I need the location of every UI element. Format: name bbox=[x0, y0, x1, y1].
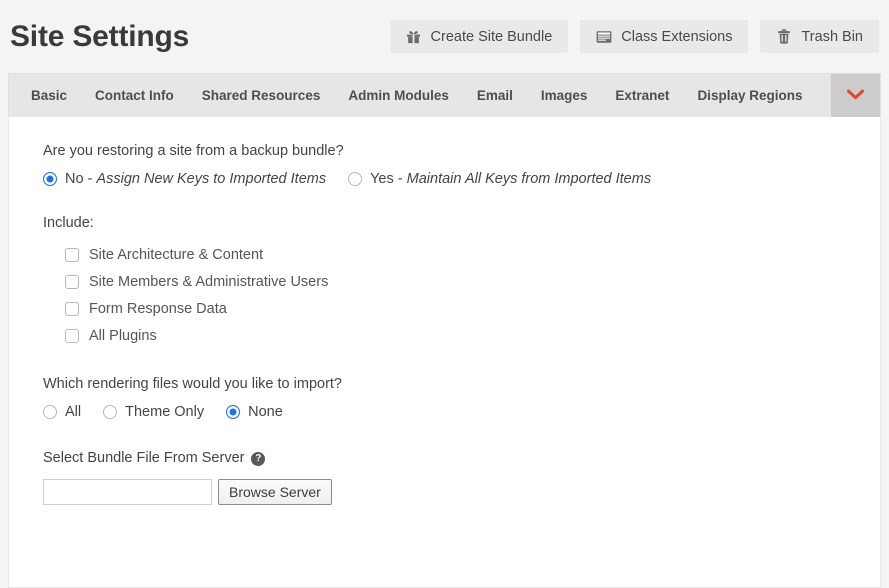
rendering-question-label: Which rendering files would you like to … bbox=[43, 376, 342, 392]
tab-email[interactable]: Email bbox=[463, 75, 527, 117]
browse-server-button[interactable]: Browse Server bbox=[218, 479, 332, 505]
checkbox-row-site-architecture[interactable]: Site Architecture & Content bbox=[65, 247, 852, 263]
tab-contact-info[interactable]: Contact Info bbox=[81, 75, 188, 117]
rendering-option-all[interactable]: All bbox=[43, 404, 81, 420]
header-actions: Create Site Bundle Class Extensions Tras… bbox=[389, 20, 881, 53]
bundle-file-row: Browse Server bbox=[43, 479, 852, 505]
checkbox-site-members[interactable] bbox=[65, 275, 79, 289]
checkbox-row-all-plugins[interactable]: All Plugins bbox=[65, 328, 852, 344]
checkbox-form-response-data[interactable] bbox=[65, 302, 79, 316]
rendering-option-theme-only-label: Theme Only bbox=[125, 404, 205, 420]
checkbox-all-plugins[interactable] bbox=[65, 329, 79, 343]
radio-no[interactable] bbox=[43, 172, 57, 186]
checkbox-site-architecture[interactable] bbox=[65, 248, 79, 262]
checkbox-row-site-members[interactable]: Site Members & Administrative Users bbox=[65, 274, 852, 290]
tab-display-regions[interactable]: Display Regions bbox=[683, 75, 816, 117]
radio-all[interactable] bbox=[43, 405, 57, 419]
tab-bar: Basic Contact Info Shared Resources Admi… bbox=[8, 73, 881, 117]
checkbox-row-form-response-data[interactable]: Form Response Data bbox=[65, 301, 852, 317]
class-extensions-label: Class Extensions bbox=[621, 28, 733, 45]
window-icon bbox=[596, 29, 612, 45]
checkbox-site-architecture-label: Site Architecture & Content bbox=[89, 247, 264, 263]
rendering-radio-group: All Theme Only None bbox=[43, 404, 852, 420]
include-label: Include: bbox=[43, 215, 94, 231]
create-site-bundle-button[interactable]: Create Site Bundle bbox=[389, 20, 569, 53]
checkbox-site-members-label: Site Members & Administrative Users bbox=[89, 274, 329, 290]
create-site-bundle-label: Create Site Bundle bbox=[430, 28, 553, 45]
rendering-option-none-label: None bbox=[248, 404, 283, 420]
bundle-file-label: Select Bundle File From Server bbox=[43, 450, 245, 466]
restore-option-no[interactable]: No - Assign New Keys to Imported Items bbox=[43, 171, 326, 187]
settings-panel: Are you restoring a site from a backup b… bbox=[8, 117, 881, 588]
include-checkbox-group: Site Architecture & Content Site Members… bbox=[65, 247, 852, 344]
trash-icon bbox=[776, 29, 792, 45]
help-icon[interactable]: ? bbox=[251, 452, 266, 466]
restore-question-label: Are you restoring a site from a backup b… bbox=[43, 143, 344, 159]
restore-option-yes-label: Yes - Maintain All Keys from Imported It… bbox=[370, 171, 652, 187]
tab-shared-resources[interactable]: Shared Resources bbox=[188, 75, 335, 117]
restore-radio-group: No - Assign New Keys to Imported Items Y… bbox=[43, 171, 852, 187]
bundle-file-label-row: Select Bundle File From Server ? bbox=[43, 450, 852, 466]
bundle-file-input[interactable] bbox=[43, 479, 212, 505]
class-extensions-button[interactable]: Class Extensions bbox=[580, 20, 749, 53]
restore-option-yes[interactable]: Yes - Maintain All Keys from Imported It… bbox=[348, 171, 651, 187]
tab-images[interactable]: Images bbox=[527, 75, 602, 117]
trash-bin-label: Trash Bin bbox=[801, 28, 863, 45]
tab-list: Basic Contact Info Shared Resources Admi… bbox=[9, 74, 831, 117]
chevron-down-icon bbox=[847, 87, 864, 105]
checkbox-form-response-data-label: Form Response Data bbox=[89, 301, 227, 317]
tab-extranet[interactable]: Extranet bbox=[601, 75, 683, 117]
radio-yes[interactable] bbox=[348, 172, 363, 186]
rendering-option-none[interactable]: None bbox=[226, 404, 283, 420]
page-header: Site Settings Create Site Bundle Class E… bbox=[0, 0, 889, 73]
trash-bin-button[interactable]: Trash Bin bbox=[760, 20, 879, 53]
rendering-option-theme-only[interactable]: Theme Only bbox=[103, 404, 204, 420]
tab-overflow-button[interactable] bbox=[831, 74, 880, 117]
page-title: Site Settings bbox=[10, 19, 190, 53]
radio-theme-only[interactable] bbox=[103, 405, 118, 419]
restore-option-no-label: No - Assign New Keys to Imported Items bbox=[65, 171, 327, 187]
tab-admin-modules[interactable]: Admin Modules bbox=[334, 75, 463, 117]
checkbox-all-plugins-label: All Plugins bbox=[89, 328, 157, 344]
gift-icon bbox=[406, 29, 422, 45]
rendering-option-all-label: All bbox=[65, 404, 82, 420]
radio-none[interactable] bbox=[226, 405, 241, 419]
tab-basic[interactable]: Basic bbox=[17, 75, 81, 117]
